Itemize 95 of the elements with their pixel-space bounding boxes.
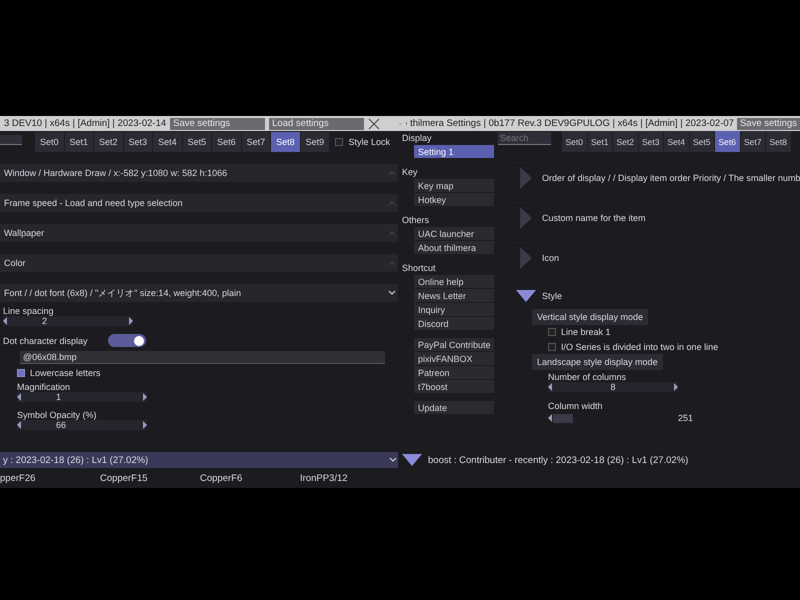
title-button[interactable]: Load settings [269, 118, 364, 130]
slider-value: 251 [678, 413, 694, 423]
section-header[interactable]: Color [0, 254, 400, 272]
tab[interactable]: Set3 [124, 132, 152, 152]
title-button[interactable]: Save settings [170, 118, 266, 130]
checkbox-label: Style Lock [348, 137, 390, 147]
window-title: thilmera Settings | 0b177 Rev.3 DEV9GPULOG | x64s | [Admin] | 2023-02-07 [409, 118, 735, 129]
number-stepper[interactable]: 1 [17, 392, 147, 402]
sidebar-item[interactable]: Key map [414, 179, 494, 192]
sidebar-item[interactable]: PayPal Contribute [414, 338, 494, 351]
tab[interactable]: Set5 [690, 131, 714, 152]
sidebar-item[interactable]: About thilmera [414, 241, 494, 254]
sidebar-heading: Others [402, 215, 430, 225]
text-field[interactable]: @06x08.bmp [20, 351, 385, 364]
tab[interactable]: Set1 [588, 131, 612, 152]
setting-label: Line spacing [3, 306, 55, 316]
section-header[interactable]: Custom name for the item [498, 202, 800, 232]
sidebar-item[interactable]: UAC launcher [414, 227, 494, 240]
tab[interactable]: Set7 [740, 131, 765, 152]
triangle-down-icon[interactable] [402, 454, 422, 466]
tab[interactable]: Set3 [638, 131, 663, 152]
close-icon[interactable] [368, 118, 380, 130]
status-bar[interactable]: y : 2023-02-18 (26) : Lv1 (27.02%) [0, 452, 400, 468]
sidebar-item[interactable]: News Letter [414, 289, 494, 302]
group-heading: Landscape style display mode [532, 354, 663, 370]
sidebar-item[interactable]: Update [414, 401, 494, 414]
tab[interactable]: Set9 [300, 132, 330, 152]
setting-label: Symbol Opacity (%) [17, 410, 98, 420]
setting-label: Dot character display [3, 336, 88, 346]
triangle-down-icon[interactable] [516, 290, 536, 302]
tab[interactable]: Set6 [715, 131, 740, 152]
section-header[interactable]: Icon [498, 242, 800, 272]
tab[interactable]: Set8 [271, 132, 300, 152]
number-stepper[interactable]: 66 [17, 420, 147, 430]
tab[interactable]: Set7 [242, 132, 270, 152]
group-heading: Vertical style display mode [532, 309, 648, 325]
checkbox-label: Line break 1 [561, 327, 611, 337]
sidebar-item[interactable]: Hotkey [414, 193, 494, 206]
section-header[interactable]: Frame speed - Load and need type selection [0, 194, 400, 212]
list-item: IronPP3/12 [300, 472, 349, 484]
right-arrow-icon[interactable] [673, 383, 678, 391]
left-arrow-icon[interactable] [548, 414, 553, 422]
tab[interactable]: Set4 [664, 131, 688, 152]
tab[interactable]: Set1 [64, 132, 94, 152]
list-item: CopperF6 [200, 472, 244, 484]
tab[interactable]: Set8 [766, 131, 790, 152]
section-header[interactable]: Order of display / / Display item order Priority / The smaller numb [498, 162, 800, 192]
sidebar-item[interactable]: Inquiry [414, 303, 494, 316]
sidebar-item[interactable]: pixivFANBOX [414, 352, 494, 365]
left-arrow-icon[interactable] [3, 317, 8, 325]
search-field[interactable] [0, 135, 22, 145]
setting-label: Number of columns [548, 372, 628, 382]
checkbox[interactable] [335, 138, 344, 146]
section-header[interactable]: Style [498, 286, 800, 304]
right-arrow-icon[interactable] [128, 317, 133, 325]
chevron-down-icon[interactable] [388, 290, 396, 296]
title-button[interactable]: Save settings [736, 118, 800, 130]
tab[interactable]: Set5 [182, 132, 212, 152]
section-header[interactable]: Font / / dot font (6x8) / "メイリオ" size:14, weight:400, plain [0, 284, 400, 302]
tab[interactable]: Set0 [35, 132, 64, 152]
left-arrow-icon[interactable] [548, 383, 553, 391]
checkbox-label: Lowercase letters [30, 368, 101, 378]
sidebar-heading: Display [402, 133, 433, 143]
number-stepper[interactable]: 2 [3, 316, 133, 326]
sidebar-item[interactable]: Online help [414, 275, 494, 288]
sidebar-item[interactable]: Setting 1 [414, 145, 494, 158]
tab[interactable]: Set0 [562, 131, 586, 152]
setting-label: Magnification [17, 382, 72, 392]
list-item: CopperF15 [100, 472, 149, 484]
checkbox[interactable] [548, 343, 556, 351]
window-title: 3 DEV10 | x64s | [Admin] | 2023-02-14 [3, 118, 168, 129]
tab[interactable]: Set2 [94, 132, 123, 152]
right-arrow-icon[interactable] [142, 421, 147, 429]
section-header[interactable]: Window / Hardware Draw / x:-582 y:1080 w: 582 h:1066 [0, 164, 400, 182]
sidebar-heading: Key [402, 167, 419, 177]
setting-label: Column width [548, 401, 604, 411]
left-arrow-icon[interactable] [17, 393, 22, 401]
checkbox-label: I/O Series is divided into two in one line [561, 342, 718, 352]
sidebar-item[interactable]: Discord [414, 317, 494, 330]
toggle-switch[interactable] [108, 334, 146, 347]
checkbox[interactable] [548, 328, 556, 336]
left-arrow-icon[interactable] [17, 421, 22, 429]
tab[interactable]: Set6 [212, 132, 241, 152]
tab[interactable]: Set4 [153, 132, 182, 152]
chevron-down-icon[interactable] [389, 457, 397, 463]
sidebar-item[interactable]: t7boost [414, 380, 494, 393]
right-arrow-icon[interactable] [142, 393, 147, 401]
sidebar-item[interactable]: Patreon [414, 366, 494, 379]
search-field[interactable]: Search [498, 132, 551, 145]
sidebar-heading: Shortcut [402, 263, 437, 273]
section-header[interactable]: Wallpaper [0, 224, 400, 242]
number-stepper[interactable]: 8 [548, 382, 678, 392]
tab[interactable]: Set2 [613, 131, 638, 152]
list-item: pperF26 [0, 472, 36, 484]
checkbox[interactable] [17, 369, 25, 377]
